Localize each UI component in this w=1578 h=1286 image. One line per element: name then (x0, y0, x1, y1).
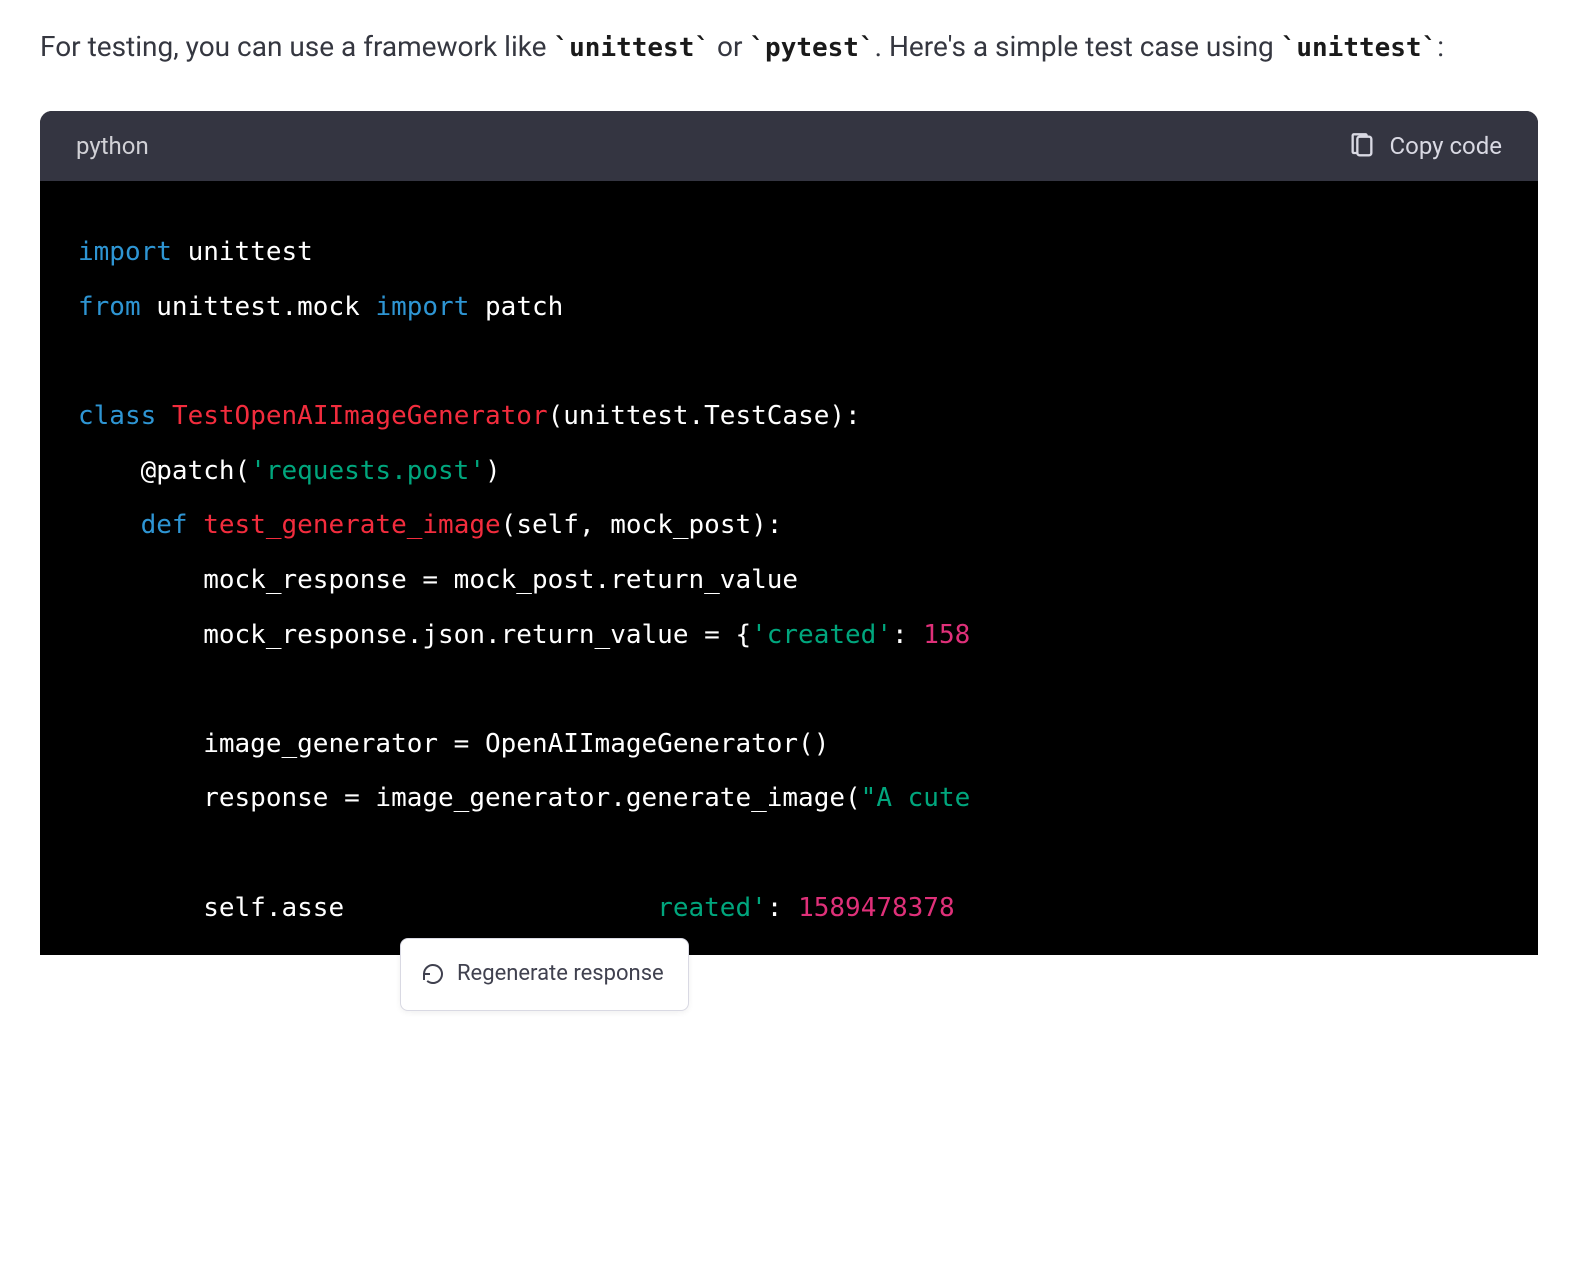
code-block-header: python Copy code (40, 111, 1538, 181)
prose-text-1: For testing, you can use a framework lik… (40, 30, 553, 63)
regenerate-button[interactable]: Regenerate response (400, 938, 689, 1011)
inline-code-unittest-2: `unittest` (1281, 33, 1438, 63)
code-language-label: python (76, 125, 149, 167)
regenerate-icon (421, 962, 445, 986)
prose-text-4: : (1437, 30, 1444, 63)
copy-code-label: Copy code (1390, 132, 1502, 160)
clipboard-icon (1348, 132, 1376, 160)
inline-code-pytest: `pytest` (749, 33, 874, 63)
inline-code-unittest: `unittest` (553, 33, 710, 63)
code-body[interactable]: import unittest from unittest.mock impor… (40, 181, 1538, 955)
code-block: python Copy code import unittest from un… (40, 111, 1538, 955)
copy-code-button[interactable]: Copy code (1348, 132, 1502, 160)
message-content: For testing, you can use a framework lik… (0, 0, 1578, 73)
prose-paragraph: For testing, you can use a framework lik… (40, 20, 1538, 73)
regenerate-label: Regenerate response (457, 955, 664, 994)
prose-text-3: . Here's a simple test case using (875, 30, 1281, 63)
prose-text-2: or (710, 30, 749, 63)
